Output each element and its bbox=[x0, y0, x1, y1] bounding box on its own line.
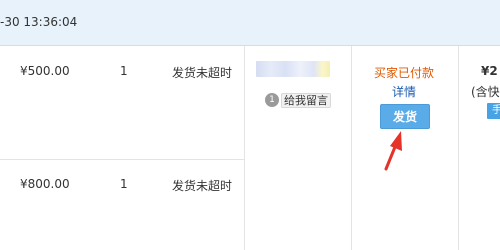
red-arrow-icon bbox=[384, 131, 402, 171]
